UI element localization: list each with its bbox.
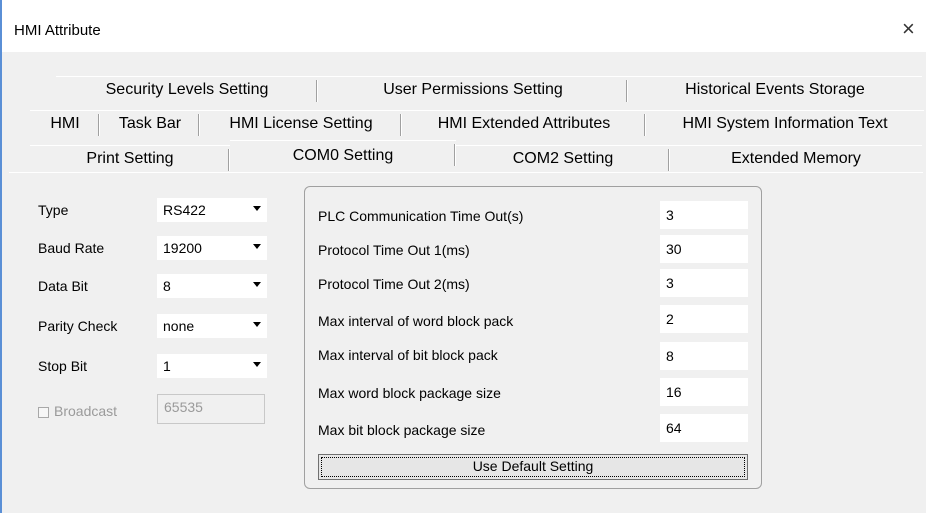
protocol-timeout-2-input[interactable]: 3 — [660, 269, 748, 297]
tab-security-levels-setting[interactable]: Security Levels Setting — [56, 76, 318, 102]
tab-extended-memory[interactable]: Extended Memory — [670, 145, 922, 171]
data-bit-select[interactable]: 8 — [157, 274, 267, 298]
chevron-down-icon — [253, 244, 261, 249]
title-bar: HMI Attribute × — [2, 0, 926, 52]
tab-print-setting[interactable]: Print Setting — [30, 145, 230, 171]
protocol-timeout-2-label: Protocol Time Out 2(ms) — [318, 276, 470, 292]
bit-block-size-input[interactable]: 64 — [660, 414, 748, 442]
word-block-interval-label: Max interval of word block pack — [318, 313, 514, 329]
stop-bit-select[interactable]: 1 — [157, 354, 267, 378]
baud-rate-label: Baud Rate — [38, 240, 105, 256]
stop-bit-label: Stop Bit — [38, 358, 88, 374]
protocol-parameters-group — [304, 186, 762, 489]
parity-check-label: Parity Check — [38, 318, 118, 334]
plc-timeout-label: PLC Communication Time Out(s) — [318, 208, 524, 224]
protocol-timeout-1-input[interactable]: 30 — [660, 235, 748, 263]
tab-task-bar[interactable]: Task Bar — [100, 110, 200, 136]
broadcast-checkbox[interactable] — [38, 407, 49, 418]
type-label: Type — [38, 202, 69, 218]
data-bit-value: 8 — [163, 278, 171, 294]
tab-user-permissions-setting[interactable]: User Permissions Setting — [318, 76, 628, 102]
focus-rect — [321, 457, 745, 477]
window-title: HMI Attribute — [14, 22, 101, 39]
bit-block-interval-input[interactable]: 8 — [660, 342, 748, 370]
type-select[interactable]: RS422 — [157, 198, 267, 222]
chevron-down-icon — [253, 362, 261, 367]
word-block-size-label: Max word block package size — [318, 385, 501, 401]
chevron-down-icon — [253, 322, 261, 327]
broadcast-address-input[interactable]: 65535 — [157, 394, 265, 424]
broadcast-label: Broadcast — [54, 403, 118, 419]
stop-bit-value: 1 — [163, 358, 171, 374]
baud-rate-value: 19200 — [163, 240, 202, 256]
close-icon[interactable]: × — [902, 16, 926, 42]
plc-timeout-input[interactable]: 3 — [660, 201, 748, 229]
tab-hmi-license-setting[interactable]: HMI License Setting — [200, 110, 402, 136]
protocol-timeout-1-label: Protocol Time Out 1(ms) — [318, 242, 470, 258]
tab-historical-events-storage[interactable]: Historical Events Storage — [628, 76, 922, 102]
chevron-down-icon — [253, 282, 261, 287]
tab-hmi-extended-attributes[interactable]: HMI Extended Attributes — [402, 110, 646, 136]
tab-com2-setting[interactable]: COM2 Setting — [456, 145, 670, 171]
bit-block-interval-label: Max interval of bit block pack — [318, 347, 498, 363]
tab-hmi[interactable]: HMI — [30, 110, 100, 136]
word-block-size-input[interactable]: 16 — [660, 378, 748, 406]
use-default-setting-button[interactable]: Use Default Setting — [318, 454, 748, 480]
tab-hmi-system-information-text[interactable]: HMI System Information Text — [646, 110, 924, 136]
word-block-interval-input[interactable]: 2 — [660, 305, 748, 333]
tab-com0-setting[interactable]: COM0 Setting — [230, 140, 456, 172]
baud-rate-select[interactable]: 19200 — [157, 236, 267, 260]
data-bit-label: Data Bit — [38, 278, 88, 294]
parity-check-value: none — [163, 318, 195, 334]
parity-check-select[interactable]: none — [157, 314, 267, 338]
bit-block-size-label: Max bit block package size — [318, 422, 486, 438]
type-value: RS422 — [163, 202, 206, 218]
chevron-down-icon — [253, 206, 261, 211]
